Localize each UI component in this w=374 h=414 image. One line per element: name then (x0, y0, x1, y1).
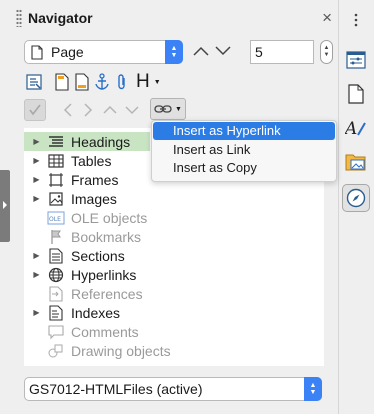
tree-item-label: Headings (71, 133, 131, 150)
chevron-down-icon[interactable] (122, 99, 142, 121)
tree-item-label: Indexes (71, 304, 121, 321)
footer-icon[interactable] (72, 71, 92, 93)
navigate-by-select[interactable]: Page ▲ ▼ (24, 40, 183, 64)
paperclip-icon[interactable] (112, 71, 132, 93)
panel-title: Navigator (28, 10, 93, 26)
close-icon[interactable]: × (322, 8, 332, 28)
chevron-updown-icon: ▲ ▼ (165, 40, 183, 64)
image-icon (47, 190, 65, 207)
dropdown-arrow-icon: ▼ (175, 105, 182, 113)
anchor-icon[interactable] (92, 71, 112, 93)
table-icon (47, 152, 65, 169)
tree-item-label: Hyperlinks (71, 266, 137, 283)
heading-levels-label: H (136, 71, 150, 92)
expand-arrow-icon[interactable]: ▶ (30, 194, 43, 203)
styles-tab[interactable]: A (342, 114, 370, 142)
expand-arrow-icon[interactable]: ▶ (30, 175, 43, 184)
chevron-updown-icon: ▲ ▼ (304, 377, 322, 401)
globe-icon (47, 266, 65, 283)
tree-item-label: Drawing objects (71, 342, 171, 359)
next-page-icon[interactable] (214, 42, 232, 63)
page-tab[interactable] (342, 80, 370, 108)
expand-arrow-icon[interactable]: ▶ (30, 308, 43, 317)
navigate-by-value: Page (51, 44, 84, 60)
page-number-input[interactable]: 5 (250, 40, 314, 64)
tree-item-label: OLE objects (71, 209, 148, 226)
comment-icon (47, 323, 65, 340)
gallery-tab[interactable] (342, 148, 370, 176)
drag-grip-icon[interactable] (16, 9, 22, 27)
bookmark-icon (47, 228, 65, 245)
tree-item-headings[interactable]: ▶ Headings (24, 132, 150, 151)
header-icon[interactable] (52, 71, 72, 93)
index-icon (47, 304, 65, 321)
tree-item-hyperlinks[interactable]: ▶ Hyperlinks (24, 265, 324, 284)
frame-icon (47, 171, 65, 188)
tree-item-comments[interactable]: Comments (24, 322, 324, 341)
content-navigation-view-icon[interactable] (24, 99, 46, 121)
navigator-tab[interactable] (342, 184, 370, 212)
sidebar-menu-button[interactable] (342, 6, 370, 34)
page-number-spinner[interactable]: ▲ ▼ (320, 40, 333, 64)
tree-item-label: Images (71, 190, 117, 207)
previous-page-icon[interactable] (192, 42, 210, 63)
tree-item-ole-objects[interactable]: OLE OLE objects (24, 208, 324, 227)
tree-item-label: Tables (71, 152, 112, 169)
tree-item-references[interactable]: References (24, 284, 324, 303)
drawing-icon (47, 342, 65, 359)
tree-item-indexes[interactable]: ▶ Indexes (24, 303, 324, 322)
navigator-panel: Navigator × Page ▲ ▼ 5 ▲ ▼ H ▼ ▼ ▶ Headi… (12, 0, 336, 414)
drag-mode-menu: Insert as Hyperlink Insert as Link Inser… (151, 120, 337, 182)
tree-item-sections[interactable]: ▶ Sections (24, 246, 324, 265)
menu-item-insert-as-copy[interactable]: Insert as Copy (153, 159, 335, 177)
menu-item-insert-as-hyperlink[interactable]: Insert as Hyperlink (153, 122, 335, 140)
toggle-master-view-icon[interactable] (24, 71, 44, 93)
page-icon (31, 44, 43, 60)
ole-icon: OLE (47, 209, 65, 226)
svg-text:OLE: OLE (49, 216, 61, 223)
headings-icon (47, 133, 65, 150)
drag-mode-button[interactable]: ▼ (150, 98, 186, 120)
chevron-left-icon[interactable] (58, 99, 78, 121)
expand-arrow-icon[interactable]: ▶ (30, 137, 43, 146)
tree-item-label: Comments (71, 323, 139, 340)
expand-arrow-icon[interactable]: ▶ (30, 156, 43, 165)
tree-item-bookmarks[interactable]: Bookmarks (24, 227, 324, 246)
tree-item-images[interactable]: ▶ Images (24, 189, 324, 208)
section-icon (47, 247, 65, 264)
chevron-up-icon[interactable] (100, 99, 120, 121)
properties-tab[interactable] (342, 46, 370, 74)
tree-item-label: Frames (71, 171, 119, 188)
svg-text:A: A (345, 119, 357, 138)
sidebar-deck: Navigator × Page ▲ ▼ 5 ▲ ▼ H ▼ ▼ ▶ Headi… (0, 0, 374, 414)
menu-item-insert-as-link[interactable]: Insert as Link (153, 141, 335, 159)
navigator-title-bar: Navigator × (12, 4, 336, 32)
tree-item-drawing-objects[interactable]: Drawing objects (24, 341, 324, 360)
heading-levels-button[interactable]: H ▼ (136, 70, 161, 94)
reference-icon (47, 285, 65, 302)
dropdown-arrow-icon: ▼ (153, 78, 161, 86)
document-select[interactable]: GS7012-HTMLFiles (active) ▲ ▼ (24, 377, 322, 401)
expand-arrow-icon[interactable]: ▶ (30, 251, 43, 260)
navigate-by-row: Page ▲ ▼ 5 ▲ ▼ (24, 40, 333, 64)
link-icon (154, 103, 172, 115)
sidebar-collapse-handle[interactable] (0, 170, 10, 242)
tree-item-label: Bookmarks (71, 228, 142, 245)
sidebar-tab-bar: A (338, 0, 374, 414)
tree-item-label: Sections (71, 247, 125, 264)
chevron-right-icon[interactable] (78, 99, 98, 121)
expand-arrow-icon[interactable]: ▶ (30, 270, 43, 279)
navigator-toolbar-bottom: ▼ (24, 98, 324, 122)
document-select-value: GS7012-HTMLFiles (active) (29, 381, 203, 397)
navigator-toolbar-top: H ▼ (24, 70, 324, 94)
tree-item-label: References (71, 285, 143, 302)
